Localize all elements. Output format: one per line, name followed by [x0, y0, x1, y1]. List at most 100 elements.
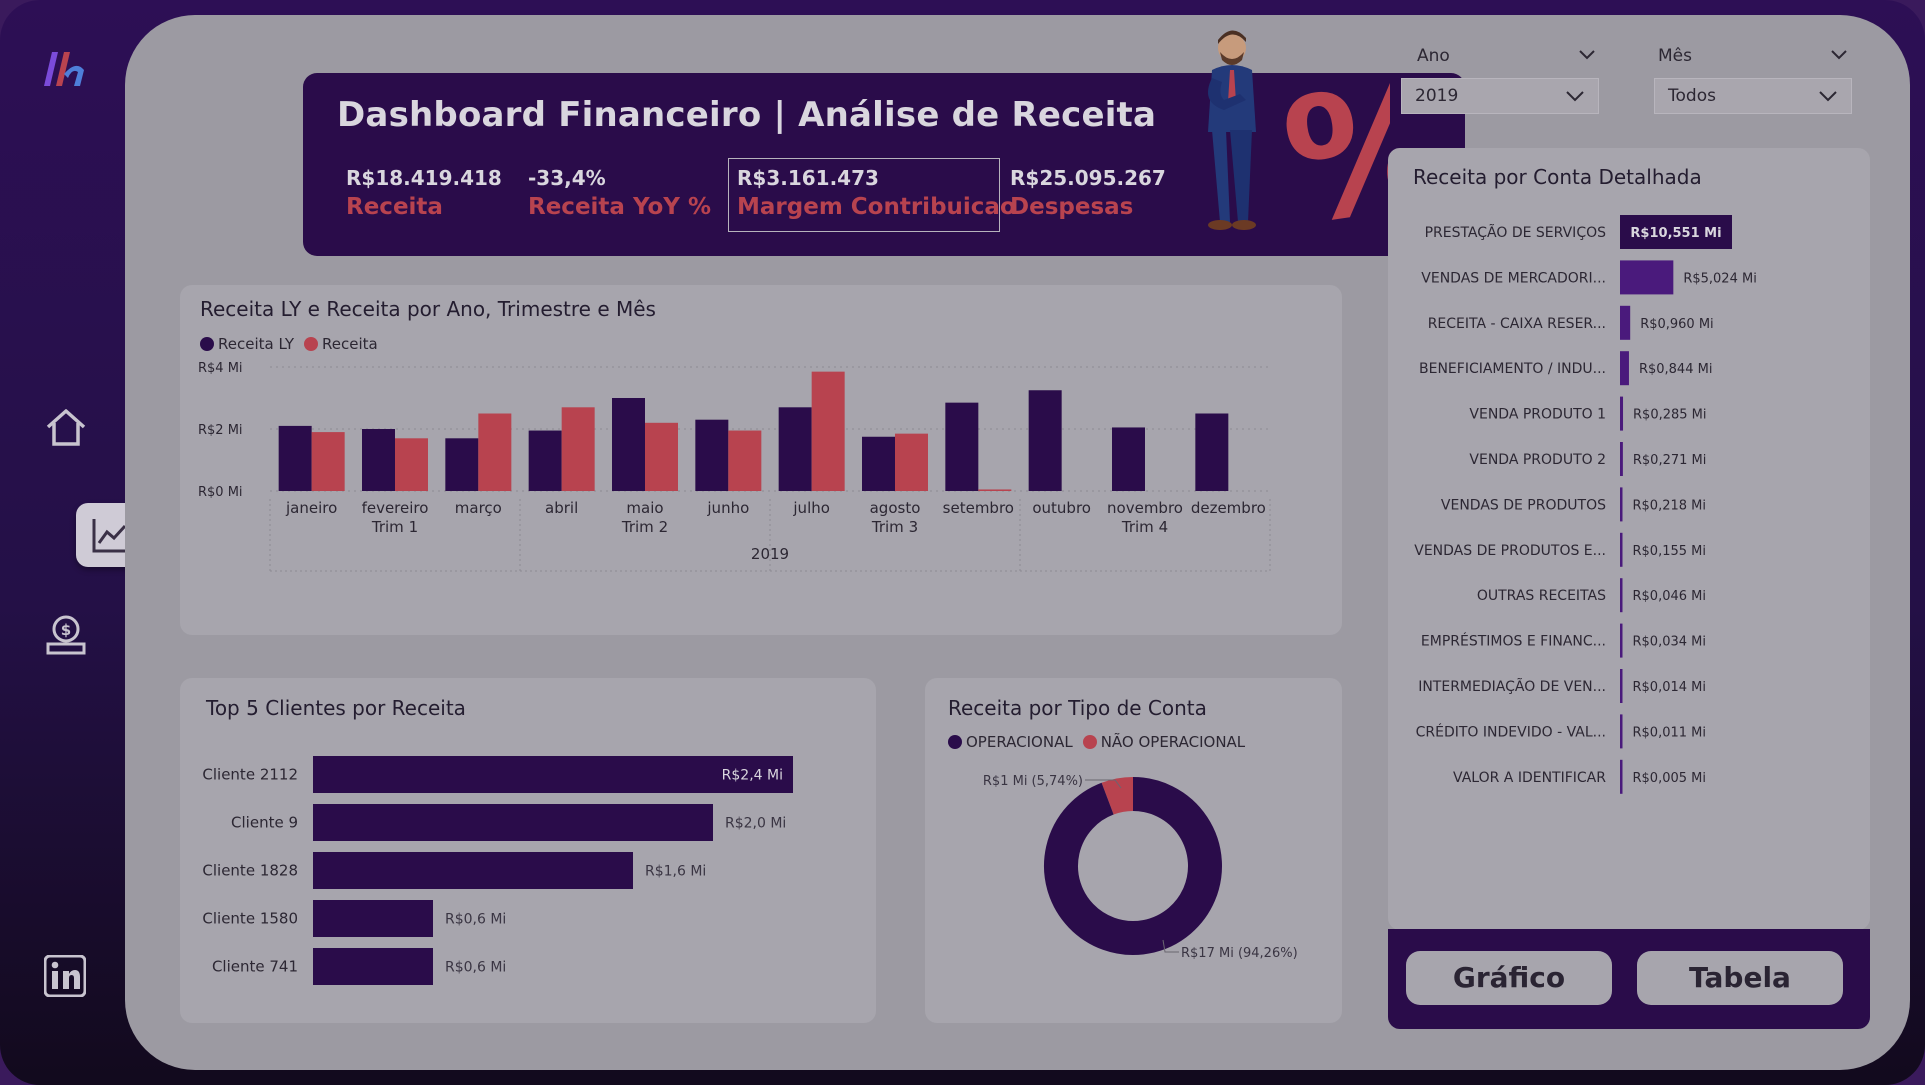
account-label: VENDA PRODUTO 2 — [1469, 452, 1606, 468]
x-tick-label: março — [455, 499, 502, 517]
account-value-label: R$0,844 Mi — [1639, 362, 1712, 377]
filter-label-ano: Ano — [1417, 46, 1450, 66]
x-tick-label: agosto — [870, 499, 921, 517]
account-label: OUTRAS RECEITAS — [1477, 588, 1606, 604]
bar-receita — [311, 432, 345, 491]
account-bar — [1620, 669, 1623, 703]
legend-label: OPERACIONAL — [966, 733, 1073, 751]
account-label: BENEFICIAMENTO / INDU... — [1419, 361, 1606, 377]
bar-receita-ly — [1195, 413, 1229, 491]
year-label: 2019 — [751, 545, 789, 563]
account-label: VENDA PRODUTO 1 — [1469, 407, 1606, 423]
client-value-label: R$0,6 Mi — [445, 960, 506, 976]
kpi-label: Receita YoY % — [528, 194, 712, 220]
account-bar — [1620, 442, 1623, 476]
tabela-button[interactable]: Tabela — [1637, 951, 1843, 1005]
account-value-label: R$0,285 Mi — [1633, 408, 1706, 423]
y-tick-label: R$0 Mi — [198, 485, 243, 500]
chevron-down-icon[interactable] — [1831, 49, 1847, 61]
client-bar — [313, 804, 713, 841]
account-label: VENDAS DE PRODUTOS — [1441, 497, 1606, 513]
chevron-down-icon[interactable] — [1579, 49, 1595, 61]
card-title: Top 5 Clientes por Receita — [206, 696, 466, 720]
chart-line-icon — [92, 519, 127, 553]
bar-receita-ly — [362, 429, 395, 491]
client-value-label: R$2,0 Mi — [725, 816, 786, 832]
account-bar — [1620, 578, 1623, 613]
filter-select-ano[interactable]: 2019 — [1401, 78, 1599, 114]
bar-receita-ly — [528, 430, 562, 491]
x-tick-label: abril — [545, 499, 578, 517]
filter-value: 2019 — [1415, 86, 1459, 106]
client-label: Cliente 2112 — [202, 766, 298, 784]
account-label: VENDAS DE MERCADORI... — [1421, 270, 1606, 286]
client-value-label: R$2,4 Mi — [722, 768, 783, 784]
account-value-label: R$0,011 Mi — [1633, 725, 1706, 740]
donut-slice-operacional — [1044, 777, 1222, 955]
client-label: Cliente 9 — [231, 814, 298, 832]
kpi-label: Despesas — [1010, 194, 1134, 220]
account-value-label: R$0,034 Mi — [1633, 635, 1706, 650]
monthly-bar-chart: R$0 Mi R$2 Mi R$4 Mi janeiro fevereiro março a… — [198, 361, 1271, 572]
account-value-label: R$5,024 Mi — [1683, 271, 1756, 286]
legend-label: Receita — [322, 335, 378, 353]
kpi-receita-yoy: -33,4% Receita YoY % — [528, 166, 711, 220]
account-value-label: R$0,960 Mi — [1640, 317, 1713, 332]
bar-receita — [978, 489, 1012, 491]
bar-receita — [395, 438, 428, 491]
linkedin-icon[interactable] — [44, 955, 86, 997]
bar-receita-ly — [862, 436, 895, 491]
account-bar — [1620, 260, 1674, 295]
account-bar — [1620, 623, 1623, 658]
account-detail-card: Receita por Conta Detalhada PRESTAÇÃO DE… — [1388, 148, 1870, 930]
x-tick-label: outubro — [1032, 499, 1091, 517]
grafico-button[interactable]: Gráfico — [1406, 951, 1612, 1005]
account-label: EMPRÉSTIMOS E FINANC... — [1421, 633, 1606, 650]
monthly-revenue-card: Receita LY e Receita por Ano, Trimestre … — [180, 285, 1342, 635]
legend-label: Receita LY — [218, 335, 294, 353]
account-bar — [1620, 396, 1624, 431]
account-value-label: R$0,005 Mi — [1633, 771, 1706, 786]
svg-text:%: % — [1273, 43, 1390, 244]
x-tick-label: novembro — [1107, 499, 1183, 517]
legend-label: NÃO OPERACIONAL — [1100, 733, 1246, 751]
bar-receita-ly — [695, 419, 729, 491]
quarter-label: Trim 3 — [871, 518, 918, 536]
account-label: CRÉDITO INDEVIDO - VAL... — [1416, 723, 1606, 740]
account-bar — [1620, 532, 1623, 567]
money-bag-icon[interactable]: $ — [44, 612, 88, 656]
quarter-label: Trim 1 — [371, 518, 418, 536]
kpi-label: Margem Contribuicao — [737, 194, 1016, 220]
client-value-label: R$0,6 Mi — [445, 912, 506, 928]
chevron-down-icon — [1566, 91, 1584, 102]
account-value-label: R$10,551 Mi — [1630, 226, 1721, 241]
slice-label-operacional: R$17 Mi (94,26%) — [1181, 946, 1298, 961]
kpi-margem[interactable]: R$3.161.473 Margem Contribuicao — [737, 166, 1016, 220]
bar-receita — [728, 430, 762, 491]
page-title: Dashboard Financeiro | Análise de Receit… — [337, 95, 1157, 135]
account-label: INTERMEDIAÇÃO DE VEN... — [1418, 678, 1606, 695]
y-tick-label: R$4 Mi — [198, 361, 243, 376]
client-bar — [313, 900, 433, 937]
kpi-value: -33,4% — [528, 166, 606, 190]
legend-swatch-operacional — [948, 735, 962, 749]
account-bar — [1620, 759, 1623, 794]
legend-swatch-receita — [304, 337, 318, 351]
card-title: Receita por Tipo de Conta — [948, 696, 1207, 720]
filter-select-mes[interactable]: Todos — [1654, 78, 1852, 114]
bar-receita — [561, 407, 595, 491]
legend-swatch-nao-operacional — [1082, 735, 1097, 749]
bar-receita — [895, 433, 928, 491]
account-bar — [1620, 714, 1623, 749]
donut-slice-nao-operacional — [1101, 777, 1134, 815]
kpi-value: R$18.419.418 — [346, 166, 502, 190]
home-icon[interactable] — [44, 405, 88, 449]
account-value-label: R$0,014 Mi — [1633, 680, 1706, 695]
account-type-card: Receita por Tipo de Conta OPERACIONAL NÃ… — [925, 678, 1342, 1023]
top-clients-bar-chart: Cliente 2112 R$2,4 Mi Cliente 9 R$2,0 Mi Cli… — [202, 756, 793, 985]
account-value-label: R$0,218 Mi — [1633, 498, 1706, 513]
account-bar — [1620, 351, 1629, 386]
filter-value: Todos — [1668, 86, 1716, 106]
y-tick-label: R$2 Mi — [198, 423, 243, 438]
bar-receita-ly — [612, 398, 645, 491]
